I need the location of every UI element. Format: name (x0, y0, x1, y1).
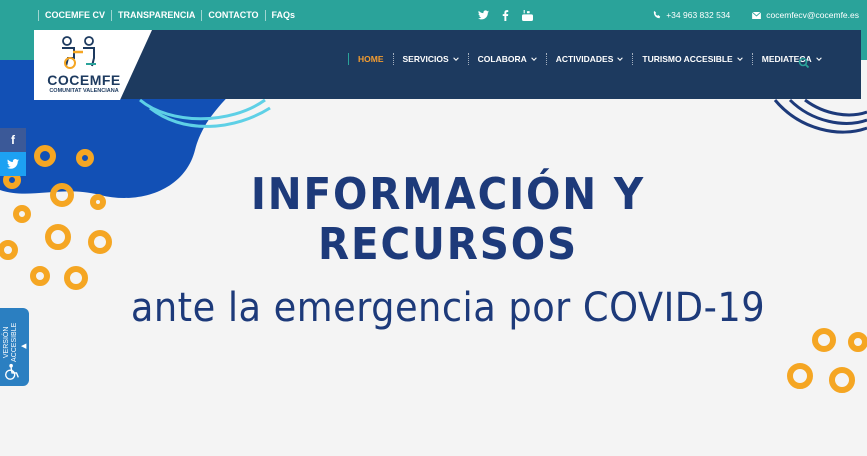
share-twitter-button[interactable] (0, 152, 26, 176)
phone-icon (654, 11, 661, 19)
navy-arc-shape (788, 98, 867, 125)
nav-item-label: COLABORA (477, 54, 527, 64)
facebook-icon: f (11, 133, 15, 147)
nav-item-actividades[interactable]: ACTIVIDADES (545, 53, 633, 65)
logo-figures-icon (62, 36, 96, 69)
top-link-cocemfe-cv[interactable]: COCEMFE CV (38, 9, 111, 21)
search-icon[interactable] (798, 57, 810, 69)
top-link-faqs[interactable]: FAQs (264, 9, 302, 21)
chevron-down-icon (617, 57, 624, 61)
top-link-contacto[interactable]: CONTACTO (201, 9, 264, 21)
top-bar: COCEMFE CV TRANSPARENCIA CONTACTO FAQs +… (0, 0, 867, 30)
wheelchair-icon (5, 363, 19, 380)
orange-dots-right (787, 328, 867, 393)
hero-title-line-1: INFORMACIÓN Y (250, 169, 646, 220)
chevron-down-icon (452, 57, 459, 61)
hero-subtitle: ante la emergencia por COVID-19 (130, 285, 766, 331)
nav-item-label: TURISMO ACCESIBLE (642, 54, 733, 64)
top-link-transparencia[interactable]: TRANSPARENCIA (111, 9, 201, 21)
facebook-icon[interactable] (500, 9, 511, 21)
main-menu: HOME SERVICIOS COLABORA ACTIVIDADES TURI… (348, 30, 831, 88)
envelope-icon (752, 11, 762, 19)
chevron-down-icon (530, 57, 537, 61)
nav-item-mediateca[interactable]: MEDIATECA (751, 53, 831, 65)
nav-item-label: HOME (358, 54, 384, 64)
logo-text: COCEMFE COMUNITAT VALENCIANA (44, 72, 124, 94)
logo-name: COCEMFE (47, 72, 121, 88)
teal-swirl-shape (139, 98, 266, 121)
accessible-version-label: VERSIÓN ACCESIBLE (3, 322, 18, 362)
contact-info: +34 963 832 534 cocemfecv@cocemfe.es (653, 0, 859, 30)
youtube-icon[interactable] (522, 9, 533, 21)
accessible-version-tab[interactable]: VERSIÓN ACCESIBLE ◀ (0, 308, 29, 386)
phone-number: +34 963 832 534 (666, 10, 731, 20)
arrow-left-icon: ◀ (21, 343, 27, 350)
chevron-down-icon (736, 57, 743, 61)
twitter-icon (7, 159, 19, 169)
chevron-down-icon (815, 57, 822, 61)
nav-item-turismo-accesible[interactable]: TURISMO ACCESIBLE (632, 53, 751, 65)
nav-item-label: SERVICIOS (402, 54, 449, 64)
nav-item-label: ACTIVIDADES (555, 54, 614, 64)
top-links: COCEMFE CV TRANSPARENCIA CONTACTO FAQs (38, 0, 301, 30)
teal-swirl-shape (149, 106, 271, 128)
navy-arc-shape (804, 98, 867, 117)
email-contact[interactable]: cocemfecv@cocemfe.es (752, 10, 859, 20)
nav-item-servicios[interactable]: SERVICIOS (392, 53, 468, 65)
nav-item-colabora[interactable]: COLABORA (467, 53, 546, 65)
social-links (478, 0, 533, 30)
hero-title: INFORMACIÓN Y RECURSOS (36, 170, 860, 270)
phone-contact[interactable]: +34 963 832 534 (653, 10, 730, 20)
nav-item-home[interactable]: HOME (348, 53, 393, 65)
share-facebook-button[interactable]: f (0, 128, 26, 152)
logo-subtitle: COMUNITAT VALENCIANA (49, 88, 119, 94)
twitter-icon[interactable] (478, 10, 489, 21)
email-address: cocemfecv@cocemfe.es (766, 10, 859, 20)
hero-title-line-2: RECURSOS (317, 219, 579, 270)
navy-arc-shape (773, 99, 867, 134)
